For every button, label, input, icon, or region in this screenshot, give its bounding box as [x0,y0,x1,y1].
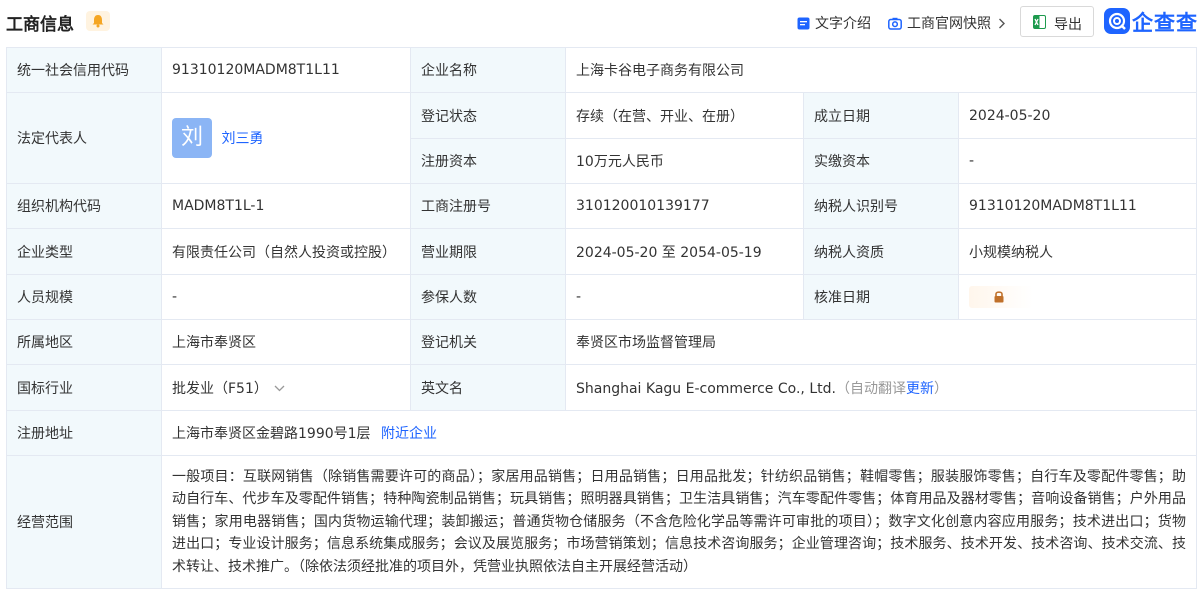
found-date-label: 成立日期 [803,92,959,139]
tax-qual-label: 纳税人资质 [803,228,959,275]
staff-size-value: - [161,274,411,320]
nearby-companies-link[interactable]: 附近企业 [381,426,437,442]
reg-capital-value: 10万元人民币 [565,138,804,184]
taxpayer-id-label: 纳税人识别号 [803,183,959,229]
reg-authority-label: 登记机关 [410,319,566,365]
taxpayer-id-value: 91310120MADM8T1L11 [958,183,1197,229]
industry-cell[interactable]: 批发业（F51） [161,364,411,411]
company-name-label: 企业名称 [410,47,566,93]
section-header: 工商信息 文字介绍 工商官网快照 导出 企查查 [0,0,1200,44]
logo-mark-icon [1104,8,1130,34]
scope-value: 一般项目：互联网销售（除销售需要许可的商品）；家居用品销售；日用品销售；日用品批… [161,455,1197,589]
english-name-cell: Shanghai Kagu E-commerce Co., Ltd.（自动翻译更… [565,364,1197,411]
credit-code-label: 统一社会信用代码 [6,47,162,93]
bell-icon[interactable] [86,11,110,31]
table-row: 国标行业 批发业（F51） 英文名 Shanghai Kagu E-commer… [6,364,1197,411]
text-intro-label: 文字介绍 [815,16,871,32]
table-row: 组织机构代码 MADM8T1L-1 工商注册号 310120010139177 … [6,183,1197,229]
paid-capital-label: 实缴资本 [803,138,959,184]
legal-rep-label: 法定代表人 [6,92,162,184]
paid-capital-value: - [958,138,1197,184]
export-button[interactable]: 导出 [1020,6,1094,37]
chevron-down-icon [274,380,285,396]
table-row: 统一社会信用代码 91310120MADM8T1L11 企业名称 上海卡谷电子商… [6,47,1197,93]
camera-icon [888,17,902,34]
avatar: 刘 [172,118,212,158]
english-name-label: 英文名 [410,364,566,411]
export-label: 导出 [1054,17,1082,33]
document-icon [797,17,810,34]
table-row: 人员规模 - 参保人数 - 核准日期 [6,274,1197,320]
company-type-label: 企业类型 [6,228,162,275]
table-row: 法定代表人 刘 刘三勇 登记状态 存续（在营、开业、在册） 成立日期 2024-… [6,92,1197,184]
translate-update-link[interactable]: 更新 [906,381,934,397]
biz-term-value: 2024-05-20 至 2054-05-19 [565,228,804,275]
region-value: 上海市奉贤区 [161,319,411,365]
reg-status-value: 存续（在营、开业、在册） [565,92,804,139]
insured-label: 参保人数 [410,274,566,320]
industry-label: 国标行业 [6,364,162,411]
logo-text: 企查查 [1132,11,1198,35]
region-label: 所属地区 [6,319,162,365]
found-date-value: 2024-05-20 [958,92,1197,139]
staff-size-label: 人员规模 [6,274,162,320]
reg-no-value: 310120010139177 [565,183,804,229]
table-row: 注册地址 上海市奉贤区金碧路1990号1层 附近企业 [6,410,1197,456]
reg-authority-value: 奉贤区市场监督管理局 [565,319,1197,365]
tax-qual-value: 小规模纳税人 [958,228,1197,275]
company-name-value: 上海卡谷电子商务有限公司 [565,47,1197,93]
industry-value: 批发业（F51） [172,380,268,397]
auto-translate-note: （自动翻译 [835,380,906,397]
chevron-right-icon [995,16,1006,32]
credit-code-value: 91310120MADM8T1L11 [161,47,411,93]
excel-icon [1033,15,1046,33]
legal-rep-link[interactable]: 刘三勇 [221,131,263,147]
org-code-label: 组织机构代码 [6,183,162,229]
reg-status-label: 登记状态 [410,92,566,139]
org-code-value: MADM8T1L-1 [161,183,411,229]
legal-rep-cell: 刘 刘三勇 [161,92,411,184]
table-row: 企业类型 有限责任公司（自然人投资或控股） 营业期限 2024-05-20 至 … [6,228,1197,275]
address-label: 注册地址 [6,410,162,456]
section-title: 工商信息 [6,15,74,35]
vip-lock-badge[interactable] [969,286,1033,308]
table-row: 所属地区 上海市奉贤区 登记机关 奉贤区市场监督管理局 [6,319,1197,365]
biz-term-label: 营业期限 [410,228,566,275]
address-value: 上海市奉贤区金碧路1990号1层 [172,426,371,442]
snapshot-label: 工商官网快照 [907,16,991,32]
english-name-value: Shanghai Kagu E-commerce Co., Ltd. [576,380,836,397]
reg-capital-label: 注册资本 [410,138,566,184]
table-row: 经营范围 一般项目：互联网销售（除销售需要许可的商品）；家居用品销售；日用品销售… [6,455,1197,589]
company-type-value: 有限责任公司（自然人投资或控股） [161,228,411,275]
scope-label: 经营范围 [6,455,162,589]
address-cell: 上海市奉贤区金碧路1990号1层 附近企业 [161,410,1197,456]
auto-translate-note-close: ） [933,380,948,397]
text-intro-link[interactable]: 文字介绍 [797,13,871,34]
approve-date-label: 核准日期 [803,274,959,320]
approve-date-value [958,274,1197,320]
business-info-table: 统一社会信用代码 91310120MADM8T1L11 企业名称 上海卡谷电子商… [6,47,1197,589]
insured-value: - [565,274,804,320]
reg-no-label: 工商注册号 [410,183,566,229]
snapshot-link[interactable]: 工商官网快照 [888,13,1006,34]
